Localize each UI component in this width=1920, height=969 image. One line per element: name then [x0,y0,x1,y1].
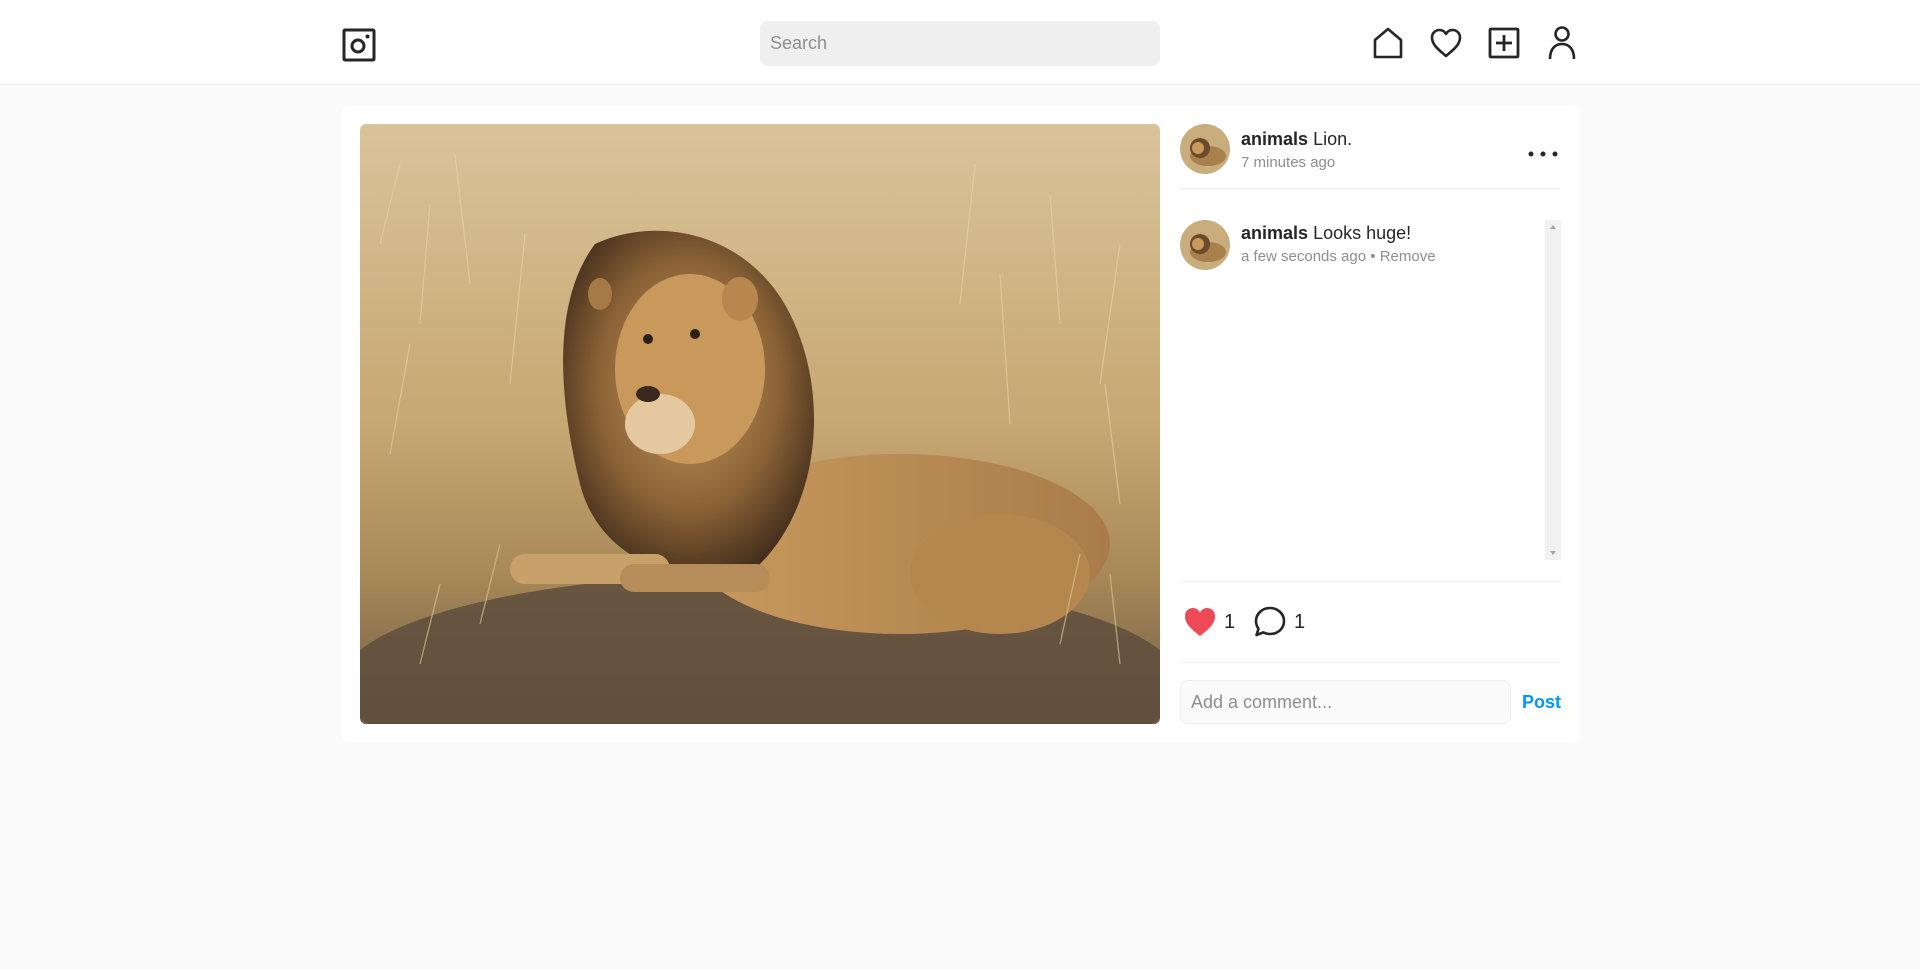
add-comment-input[interactable] [1180,680,1511,724]
profile-icon[interactable] [1544,24,1580,62]
add-post-icon[interactable] [1486,24,1522,62]
top-navbar [0,0,1920,85]
comment-text: Looks huge! [1313,223,1412,243]
comment-bubble-icon[interactable] [1252,605,1288,639]
comment-body: animals Looks huge! a few seconds ago • … [1241,220,1436,268]
post-time: 7 minutes ago [1241,154,1336,171]
remove-comment-button[interactable]: Remove [1380,248,1436,265]
post-header-text: animals Lion. 7 minutes ago [1241,126,1352,174]
avatar[interactable] [1180,220,1230,270]
post-header: animals Lion. 7 minutes ago [1180,124,1561,189]
comments-list: animals Looks huge! a few seconds ago • … [1180,220,1561,560]
search-input[interactable] [760,21,1160,66]
nav-icons [1370,24,1580,64]
heart-icon[interactable] [1428,24,1464,62]
comment-username[interactable]: animals [1241,223,1308,243]
comments-scrollbar[interactable] [1545,220,1561,560]
scroll-down-icon [1550,551,1556,555]
post-comment-button[interactable]: Post [1522,680,1561,724]
like-count: 1 [1224,610,1236,633]
avatar[interactable] [1180,124,1230,174]
scroll-up-icon [1550,225,1556,229]
comment-count: 1 [1294,610,1306,633]
like-action: 1 [1182,604,1235,640]
camera-logo-icon[interactable] [342,28,376,62]
home-icon[interactable] [1370,24,1406,62]
post-actions: 1 1 [1180,581,1561,663]
meta-separator: • [1370,248,1376,265]
post-sidebar: animals Lion. 7 minutes ago animals Look… [1180,124,1561,724]
post-caption: Lion. [1313,129,1353,149]
more-options-icon[interactable] [1525,144,1561,164]
post-card: animals Lion. 7 minutes ago animals Look… [341,105,1580,743]
list-item: animals Looks huge! a few seconds ago • … [1180,220,1540,280]
like-heart-icon[interactable] [1182,605,1218,639]
comment-time: a few seconds ago [1241,248,1367,265]
post-photo [360,124,1160,724]
post-username[interactable]: animals [1241,129,1308,149]
comment-action: 1 [1252,604,1305,640]
